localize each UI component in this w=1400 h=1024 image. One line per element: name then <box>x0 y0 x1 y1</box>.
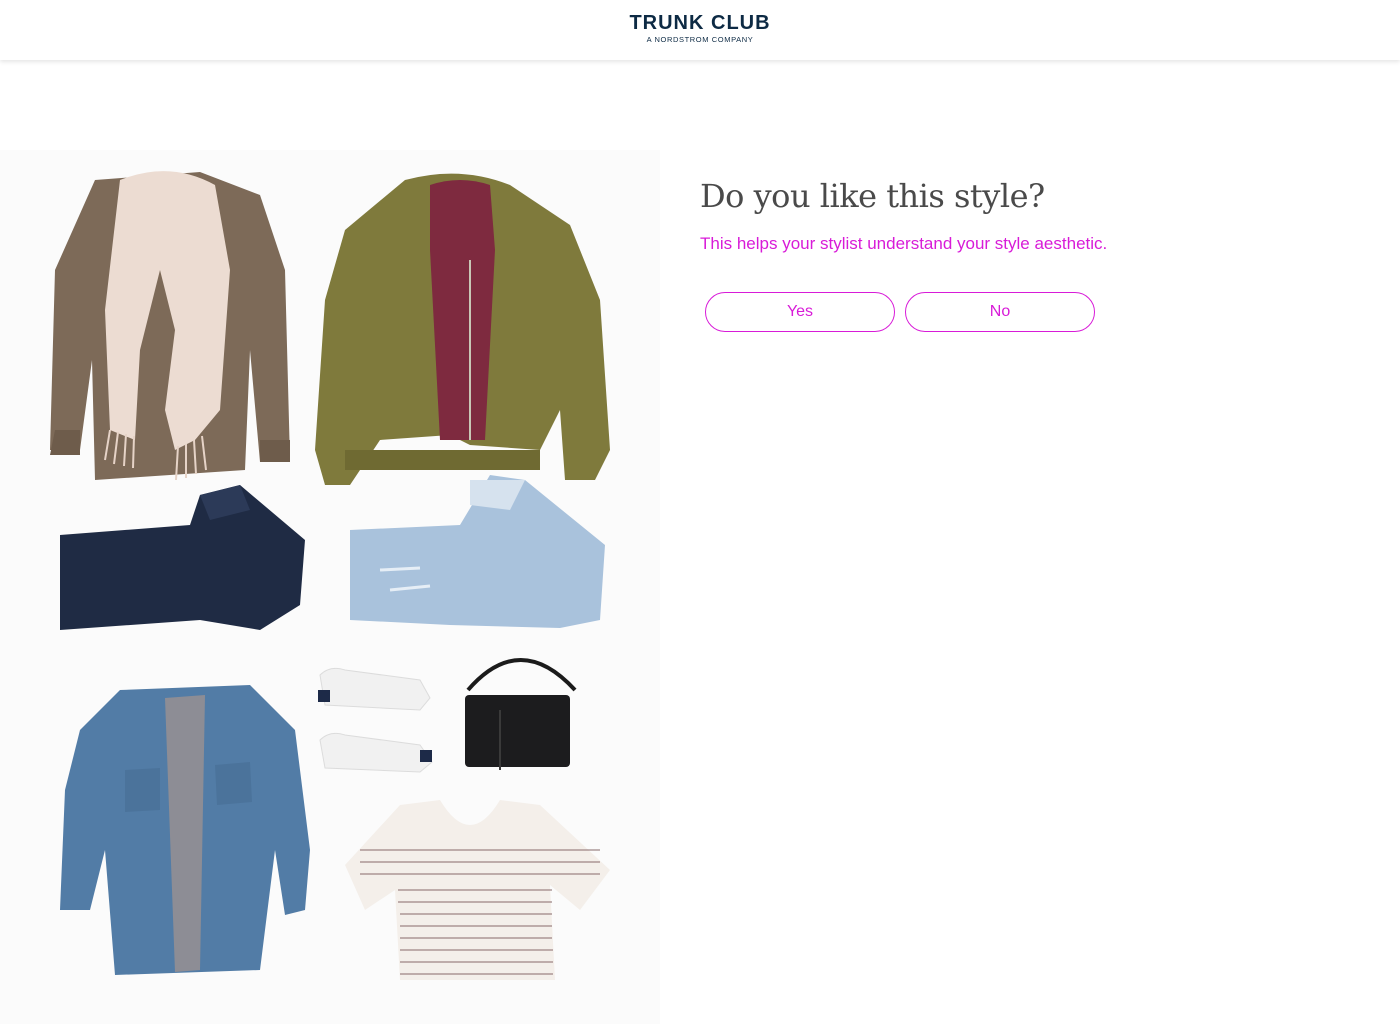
style-question-panel: Do you like this style? This helps your … <box>700 176 1340 332</box>
logo-wordmark: TRUNK CLUB <box>629 12 771 34</box>
site-header: TRUNK CLUB A NORDSTROM COMPANY <box>0 0 1400 60</box>
style-outfit-image <box>0 150 660 1024</box>
style-question-subtitle: This helps your stylist understand your … <box>700 234 1108 253</box>
style-question-title: Do you like this style? <box>700 177 1045 215</box>
trunk-club-logo[interactable]: TRUNK CLUB A NORDSTROM COMPANY <box>0 12 1400 46</box>
logo-tagline: A NORDSTROM COMPANY <box>646 35 754 44</box>
yes-button[interactable]: Yes <box>705 292 895 332</box>
no-button[interactable]: No <box>905 292 1095 332</box>
